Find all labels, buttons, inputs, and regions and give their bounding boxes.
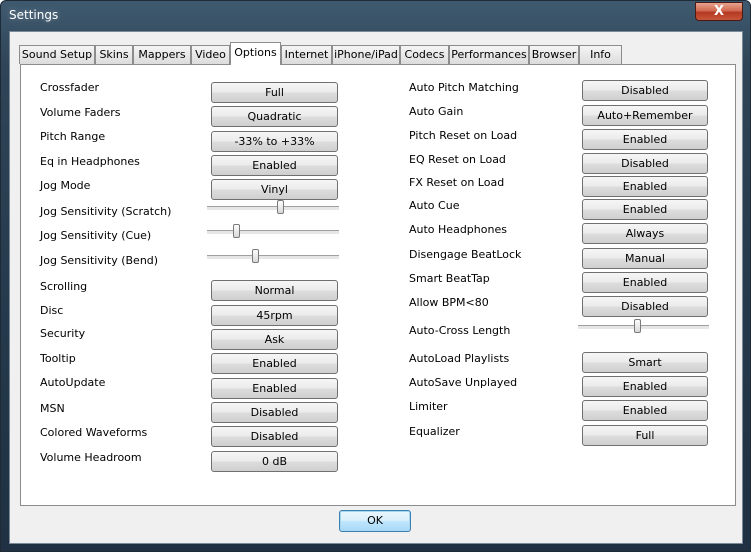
tooltip-button[interactable]: Enabled	[211, 353, 338, 374]
fx-reset-on-load-button[interactable]: Enabled	[582, 176, 708, 197]
slider-thumb[interactable]	[251, 249, 259, 263]
tab-codecs[interactable]: Codecs	[400, 45, 449, 64]
jog-mode-label: Jog Mode	[40, 179, 91, 192]
auto-cross-length-slider[interactable]	[578, 319, 709, 335]
jog-sensitivity-bend-label: Jog Sensitivity (Bend)	[40, 254, 159, 267]
disc-label: Disc	[40, 304, 64, 317]
close-icon: X	[713, 4, 725, 19]
limiter-label: Limiter	[409, 400, 448, 413]
crossfader-label: Crossfader	[40, 81, 100, 94]
pitch-range-button[interactable]: -33% to +33%	[211, 131, 338, 152]
slider-track[interactable]	[207, 230, 339, 235]
tab-iphone-ipad[interactable]: iPhone/iPad	[332, 45, 400, 64]
jog-mode-button[interactable]: Vinyl	[211, 179, 338, 200]
msn-button[interactable]: Disabled	[211, 402, 338, 423]
autosave-unplayed-label: AutoSave Unplayed	[409, 376, 518, 389]
window-title: Settings	[9, 8, 59, 22]
volume-headroom-label: Volume Headroom	[40, 451, 142, 464]
auto-cue-button[interactable]: Enabled	[582, 199, 708, 220]
auto-cross-length-label: Auto-Cross Length	[409, 324, 511, 337]
volume-faders-label: Volume Faders	[40, 106, 121, 119]
autoupdate-button[interactable]: Enabled	[211, 378, 338, 399]
tab-info[interactable]: Info	[579, 45, 622, 64]
auto-gain-label: Auto Gain	[409, 105, 464, 118]
slider-track[interactable]	[578, 325, 709, 330]
crossfader-button[interactable]: Full	[211, 82, 338, 103]
smart-beattap-label: Smart BeatTap	[409, 272, 490, 285]
slider-track[interactable]	[207, 255, 339, 260]
tab-browser[interactable]: Browser	[529, 45, 579, 64]
eq-reset-on-load-button[interactable]: Disabled	[582, 153, 708, 174]
pitch-reset-on-load-button[interactable]: Enabled	[582, 129, 708, 150]
jog-sensitivity-scratch-label: Jog Sensitivity (Scratch)	[40, 205, 172, 218]
slider-thumb[interactable]	[233, 224, 241, 238]
autoload-playlists-button[interactable]: Smart	[582, 352, 708, 373]
pitch-range-label: Pitch Range	[40, 130, 106, 143]
disc-button[interactable]: 45rpm	[211, 305, 338, 326]
eq-reset-on-load-label: EQ Reset on Load	[409, 153, 506, 166]
allow-bpm-80-label: Allow BPM<80	[409, 296, 489, 309]
auto-gain-button[interactable]: Auto+Remember	[582, 105, 708, 126]
jog-sensitivity-cue-slider[interactable]	[207, 224, 339, 240]
scrolling-button[interactable]: Normal	[211, 280, 338, 301]
disengage-beatlock-label: Disengage BeatLock	[409, 248, 522, 261]
title-bar[interactable]: Settings X	[1, 1, 750, 31]
dialog-client: Sound Setup Skins Mappers Video Options Inter…	[9, 31, 743, 544]
tab-performances[interactable]: Performances	[449, 45, 529, 64]
volume-faders-button[interactable]: Quadratic	[211, 106, 338, 127]
settings-window: Settings X Sound Setup Skins Mappers Video O…	[0, 0, 751, 552]
limiter-button[interactable]: Enabled	[582, 400, 708, 421]
auto-pitch-matching-label: Auto Pitch Matching	[409, 81, 519, 94]
jog-sensitivity-scratch-slider[interactable]	[207, 200, 339, 216]
colored-waveforms-button[interactable]: Disabled	[211, 426, 338, 447]
slider-track[interactable]	[207, 206, 339, 211]
options-panel: Crossfader Full Volume Faders Quadratic Pitc…	[20, 64, 736, 506]
eq-in-headphones-button[interactable]: Enabled	[211, 155, 338, 176]
volume-headroom-button[interactable]: 0 dB	[211, 451, 338, 472]
equalizer-label: Equalizer	[409, 425, 460, 438]
tooltip-label: Tooltip	[40, 352, 76, 365]
fx-reset-on-load-label: FX Reset on Load	[409, 176, 505, 189]
autosave-unplayed-button[interactable]: Enabled	[582, 376, 708, 397]
auto-cue-label: Auto Cue	[409, 199, 460, 212]
disengage-beatlock-button[interactable]: Manual	[582, 248, 708, 269]
slider-thumb[interactable]	[276, 200, 284, 214]
auto-headphones-button[interactable]: Always	[582, 223, 708, 244]
jog-sensitivity-bend-slider[interactable]	[207, 249, 339, 265]
colored-waveforms-label: Colored Waveforms	[40, 426, 148, 439]
autoload-playlists-label: AutoLoad Playlists	[409, 352, 510, 365]
pitch-reset-on-load-label: Pitch Reset on Load	[409, 129, 518, 142]
ok-button[interactable]: OK	[339, 510, 411, 532]
tab-sound-setup[interactable]: Sound Setup	[19, 45, 95, 64]
security-label: Security	[40, 327, 86, 340]
scrolling-label: Scrolling	[40, 280, 88, 293]
security-button[interactable]: Ask	[211, 329, 338, 350]
tab-internet[interactable]: Internet	[281, 45, 332, 64]
tab-video[interactable]: Video	[191, 45, 230, 64]
tab-skins[interactable]: Skins	[95, 45, 133, 64]
tab-options[interactable]: Options	[230, 42, 281, 65]
slider-thumb[interactable]	[633, 319, 641, 333]
autoupdate-label: AutoUpdate	[40, 376, 106, 389]
equalizer-button[interactable]: Full	[582, 425, 708, 446]
tab-mappers[interactable]: Mappers	[133, 45, 191, 64]
allow-bpm-80-button[interactable]: Disabled	[582, 296, 708, 317]
eq-in-headphones-label: Eq in Headphones	[40, 155, 140, 168]
msn-label: MSN	[40, 402, 65, 415]
jog-sensitivity-cue-label: Jog Sensitivity (Cue)	[40, 229, 152, 242]
auto-pitch-matching-button[interactable]: Disabled	[582, 80, 708, 101]
auto-headphones-label: Auto Headphones	[409, 223, 507, 236]
smart-beattap-button[interactable]: Enabled	[582, 272, 708, 293]
close-button[interactable]: X	[695, 2, 743, 21]
